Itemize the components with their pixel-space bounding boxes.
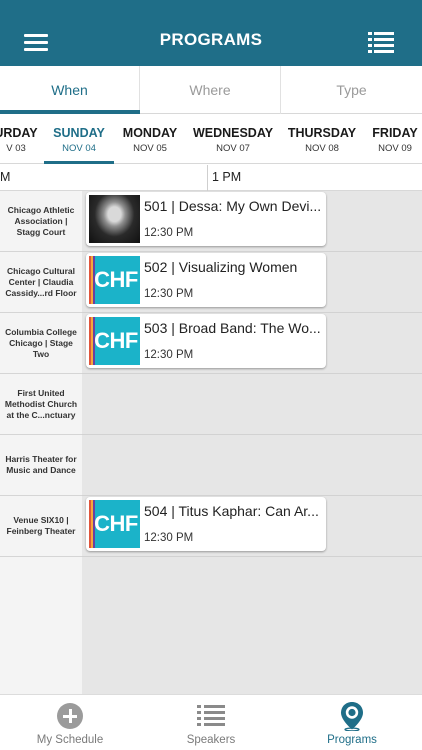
time-label-noon: M xyxy=(0,170,11,184)
nav-programs[interactable]: Programs xyxy=(282,695,422,750)
row-divider xyxy=(82,373,422,374)
row-divider xyxy=(82,556,422,557)
bottom-navigation: My Schedule Speakers Programs xyxy=(0,694,422,750)
day-sunday[interactable]: SUNDAY NOV 04 xyxy=(44,126,114,154)
list-icon xyxy=(197,705,225,727)
venue-label: Harris Theater for Music and Dance xyxy=(0,435,82,496)
tab-type[interactable]: Type xyxy=(281,66,422,114)
program-title: 503 | Broad Band: The Wo... xyxy=(144,320,321,336)
tab-where[interactable]: Where xyxy=(140,66,281,114)
venue-label: First United Methodist Church at the C..… xyxy=(0,374,82,435)
day-selector: URDAY V 03 SUNDAY NOV 04 MONDAY NOV 05 W… xyxy=(0,114,422,164)
chf-logo-text: CHF xyxy=(94,511,138,536)
map-pin-icon xyxy=(341,702,363,731)
row-divider xyxy=(82,495,422,496)
tab-when[interactable]: When xyxy=(0,66,140,114)
chf-logo-thumbnail: CHF xyxy=(89,256,140,304)
program-time: 12:30 PM xyxy=(144,227,194,239)
day-monday[interactable]: MONDAY NOV 05 xyxy=(118,126,182,154)
program-card[interactable]: CHF 502 | Visualizing Women 12:30 PM xyxy=(86,253,326,307)
program-time: 12:30 PM xyxy=(144,532,194,544)
program-time: 12:30 PM xyxy=(144,349,194,361)
chf-logo-text: CHF xyxy=(94,267,138,292)
venue-label: Venue SIX10 | Feinberg Theater xyxy=(0,496,82,557)
program-time: 12:30 PM xyxy=(144,288,194,300)
venue-label: Chicago Athletic Association | Stagg Cou… xyxy=(0,191,82,252)
nav-my-schedule[interactable]: My Schedule xyxy=(0,695,140,750)
time-header: M 1 PM xyxy=(0,165,422,191)
nav-label: My Schedule xyxy=(36,734,104,746)
chf-logo-text: CHF xyxy=(94,328,138,353)
row-divider xyxy=(82,251,422,252)
row-divider xyxy=(82,434,422,435)
page-title: PROGRAMS xyxy=(159,30,263,49)
chf-logo-thumbnail: CHF xyxy=(89,317,140,365)
active-day-indicator xyxy=(44,161,114,164)
program-title: 504 | Titus Kaphar: Can Ar... xyxy=(144,503,319,519)
venue-label: Chicago Cultural Center | Claudia Cassid… xyxy=(0,252,82,313)
time-divider xyxy=(207,165,208,191)
day-saturday[interactable]: URDAY V 03 xyxy=(0,126,38,154)
filter-tabs: When Where Type xyxy=(0,66,422,114)
program-card[interactable]: CHF 504 | Titus Kaphar: Can Ar... 12:30 … xyxy=(86,497,326,551)
schedule-grid[interactable]: Chicago Athletic Association | Stagg Cou… xyxy=(0,191,422,694)
nav-label: Speakers xyxy=(186,734,236,746)
row-divider xyxy=(82,312,422,313)
nav-label: Programs xyxy=(327,734,377,746)
program-title: 502 | Visualizing Women xyxy=(144,259,298,275)
venue-column: Chicago Athletic Association | Stagg Cou… xyxy=(0,191,82,694)
venue-label: Columbia College Chicago | Stage Two xyxy=(0,313,82,374)
program-card[interactable]: 501 | Dessa: My Own Devi... 12:30 PM xyxy=(86,192,326,246)
day-thursday[interactable]: THURSDAY NOV 08 xyxy=(286,126,358,154)
plus-circle-icon xyxy=(57,703,83,729)
nav-speakers[interactable]: Speakers xyxy=(141,695,281,750)
list-view-icon[interactable] xyxy=(368,32,394,54)
app-header: PROGRAMS xyxy=(0,0,422,66)
chf-logo-thumbnail: CHF xyxy=(89,500,140,548)
day-friday[interactable]: FRIDAY NOV 09 xyxy=(370,126,420,154)
speaker-photo xyxy=(89,195,140,243)
program-title: 501 | Dessa: My Own Devi... xyxy=(144,198,322,214)
time-label-1pm: 1 PM xyxy=(212,170,242,184)
day-wednesday[interactable]: WEDNESDAY NOV 07 xyxy=(192,126,274,154)
program-card[interactable]: CHF 503 | Broad Band: The Wo... 12:30 PM xyxy=(86,314,326,368)
